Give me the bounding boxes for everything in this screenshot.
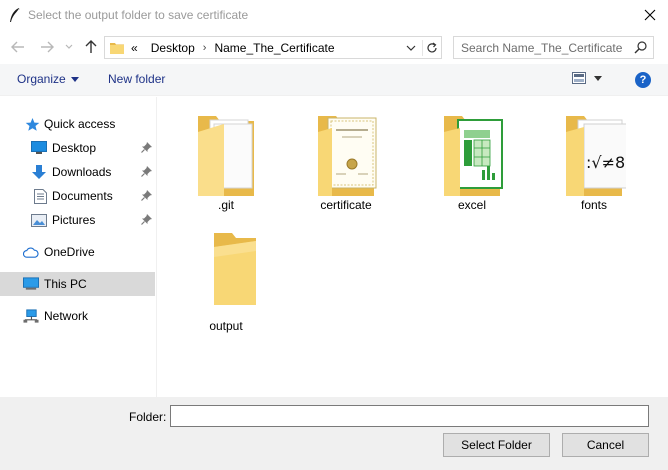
organize-button[interactable]: Organize <box>17 72 79 86</box>
cloud-icon <box>23 244 39 260</box>
chevron-down-icon <box>65 44 73 49</box>
forward-button[interactable] <box>38 38 56 56</box>
select-folder-button[interactable]: Select Folder <box>443 433 550 457</box>
refresh-icon <box>426 42 437 53</box>
sidebar-item-label: Documents <box>52 189 113 203</box>
arrow-left-icon <box>11 41 24 53</box>
recent-locations-button[interactable] <box>62 38 76 56</box>
documents-icon <box>32 188 48 204</box>
refresh-button[interactable] <box>422 40 440 56</box>
folder-certificate-icon <box>314 112 378 196</box>
change-view-button[interactable] <box>572 72 602 84</box>
window-title: Select the output folder to save certifi… <box>28 8 249 22</box>
sidebar-item-label: Downloads <box>52 165 112 179</box>
desktop-icon <box>31 140 47 156</box>
command-bar: Organize New folder ? <box>0 64 668 96</box>
folder-name: .git <box>217 198 234 212</box>
feather-icon <box>8 7 22 23</box>
folder-item-fonts[interactable]: :√≠8 fonts <box>549 112 639 224</box>
folder-empty-icon <box>194 229 258 313</box>
folder-item-certificate[interactable]: certificate <box>301 112 391 224</box>
close-icon <box>644 9 656 21</box>
pin-icon[interactable] <box>141 166 152 180</box>
computer-icon <box>23 276 39 292</box>
title-bar: Select the output folder to save certifi… <box>0 0 668 30</box>
pin-icon[interactable] <box>141 190 152 204</box>
breadcrumb-separator <box>143 42 146 54</box>
sidebar-item-onedrive[interactable]: OneDrive <box>0 240 155 264</box>
address-dropdown-button[interactable] <box>403 41 419 55</box>
folder-item-excel[interactable]: excel <box>427 112 517 224</box>
folder-name: fonts <box>580 198 607 212</box>
sidebar-item-label: This PC <box>44 277 87 291</box>
sidebar-item-downloads[interactable]: Downloads <box>0 160 155 184</box>
close-button[interactable] <box>632 0 668 30</box>
cancel-button[interactable]: Cancel <box>562 433 649 457</box>
sidebar-item-quick-access[interactable]: Quick access <box>0 112 155 136</box>
breadcrumb-overflow[interactable]: « <box>131 41 138 55</box>
folder-spreadsheet-icon <box>440 112 504 196</box>
address-row: « Desktop › Name_The_Certificate Search … <box>0 32 668 62</box>
pin-icon[interactable] <box>141 214 152 228</box>
new-folder-button[interactable]: New folder <box>108 72 165 86</box>
help-button[interactable]: ? <box>635 72 651 88</box>
sidebar-item-label: Quick access <box>44 117 116 131</box>
caret-down-icon <box>70 76 79 82</box>
breadcrumb-name-the-certificate[interactable]: Name_The_Certificate <box>214 41 334 55</box>
sidebar-item-label: Pictures <box>52 213 96 227</box>
sidebar-item-documents[interactable]: Documents <box>0 184 155 208</box>
address-bar[interactable]: « Desktop › Name_The_Certificate <box>104 36 442 59</box>
dialog-footer: Folder: Select Folder Cancel <box>0 397 668 470</box>
navigation-pane: Quick access Desktop Downloads Documents <box>0 97 157 397</box>
folder-fonts-icon: :√≠8 <box>562 112 629 196</box>
folder-name: certificate <box>320 198 372 212</box>
sidebar-item-this-pc[interactable]: This PC <box>0 272 155 296</box>
download-icon <box>31 164 47 180</box>
chevron-right-icon[interactable]: › <box>203 42 207 54</box>
folder-icon <box>110 41 124 57</box>
folder-item-git[interactable]: .git <box>181 112 271 224</box>
chevron-down-icon <box>406 45 416 51</box>
search-box[interactable]: Search Name_The_Certificate <box>453 36 654 59</box>
organize-label: Organize <box>17 72 66 86</box>
arrow-right-icon <box>41 41 54 53</box>
breadcrumb-desktop[interactable]: Desktop <box>151 41 195 55</box>
pictures-icon <box>31 212 47 228</box>
folder-name: excel <box>457 198 486 212</box>
view-options-icon <box>572 72 586 84</box>
folder-documents-icon <box>194 112 258 196</box>
svg-text::√≠8: :√≠8 <box>586 153 625 172</box>
sidebar-item-pictures[interactable]: Pictures <box>0 208 155 232</box>
folder-name-input[interactable] <box>170 405 649 427</box>
sidebar-item-label: Desktop <box>52 141 97 155</box>
caret-down-icon <box>594 75 602 81</box>
sidebar-item-network[interactable]: Network <box>0 304 155 328</box>
sidebar-item-label: Network <box>44 309 89 323</box>
pin-icon[interactable] <box>141 142 152 156</box>
search-placeholder: Search Name_The_Certificate <box>461 41 623 55</box>
folder-view: .git certificate excel:√≠8 fonts output <box>158 97 668 397</box>
star-icon <box>24 116 40 132</box>
folder-label: Folder: <box>129 410 167 424</box>
back-button[interactable] <box>9 38 27 56</box>
sidebar-item-label: OneDrive <box>44 245 95 259</box>
sidebar-item-desktop[interactable]: Desktop <box>0 136 155 160</box>
network-icon <box>23 308 39 324</box>
folder-item-output[interactable]: output <box>181 229 271 341</box>
folder-name: output <box>209 319 243 333</box>
breadcrumb: « Desktop › Name_The_Certificate <box>131 41 335 55</box>
search-icon[interactable] <box>634 41 647 57</box>
arrow-up-icon <box>85 40 97 53</box>
up-button[interactable] <box>82 38 100 56</box>
